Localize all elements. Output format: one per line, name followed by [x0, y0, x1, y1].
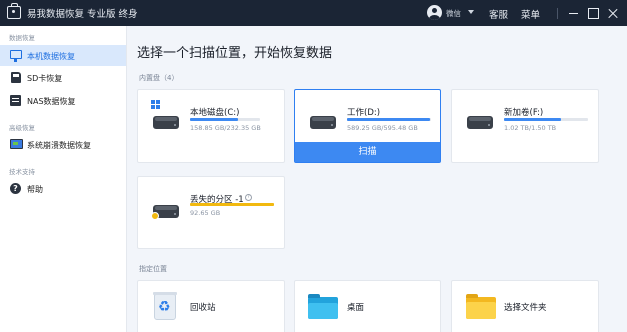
- title-bar: 易我数据恢复 专业版 终身 微信 客服 菜单: [0, 0, 627, 26]
- builtin-drives-label: 内置盘（4）: [139, 74, 179, 82]
- sidebar-section-advanced: 高级恢复: [9, 124, 35, 132]
- close-icon[interactable]: [606, 6, 620, 20]
- computer-icon: [10, 50, 22, 62]
- sidebar-section-support: 技术支持: [9, 168, 35, 176]
- drive-size: 589.25 GB/595.48 GB: [347, 124, 418, 132]
- app-title: 易我数据恢复 专业版 终身: [27, 9, 138, 20]
- recycle-bin-icon: [153, 292, 177, 320]
- drive-size: 158.85 GB/232.35 GB: [190, 124, 261, 132]
- drive-usage-bar: [504, 118, 588, 121]
- sidebar-section-data-recovery: 数据恢复: [9, 34, 35, 42]
- user-avatar[interactable]: [427, 5, 442, 20]
- hard-drive-icon: [151, 100, 179, 129]
- sidebar-item-help[interactable]: ? 帮助: [0, 178, 126, 199]
- drive-usage-bar: [190, 203, 274, 206]
- drive-name: 本地磁盘(C:): [190, 108, 240, 118]
- drive-name: 工作(D:): [347, 108, 381, 118]
- sidebar-item-sd-recovery[interactable]: SD卡恢复: [0, 67, 126, 88]
- user-name[interactable]: 微信: [446, 8, 461, 19]
- location-card-select-folder[interactable]: 选择文件夹: [451, 280, 599, 332]
- windows-icon: [151, 100, 161, 110]
- sidebar-item-label: NAS数据恢复: [27, 97, 76, 106]
- sidebar-item-label: SD卡恢复: [27, 74, 63, 83]
- scan-button[interactable]: 扫描: [295, 142, 440, 162]
- sidebar-item-label: 本机数据恢复: [27, 52, 75, 61]
- hard-drive-icon: [310, 116, 336, 129]
- sidebar-item-label: 系统崩溃数据恢复: [27, 141, 91, 150]
- location-name: 回收站: [190, 303, 216, 313]
- specified-location-label: 指定位置: [139, 265, 167, 273]
- sidebar-item-local-recovery[interactable]: 本机数据恢复: [0, 45, 126, 66]
- drive-size: 1.02 TB/1.50 TB: [504, 124, 557, 132]
- system-crash-icon: [10, 139, 23, 149]
- hard-drive-icon: [151, 205, 179, 220]
- location-name: 选择文件夹: [504, 303, 547, 313]
- drive-card-c[interactable]: 本地磁盘(C:) 158.85 GB/232.35 GB: [137, 89, 285, 163]
- titlebar-divider: [557, 8, 558, 19]
- location-card-recycle-bin[interactable]: 回收站: [137, 280, 285, 332]
- drive-usage-bar: [190, 118, 260, 121]
- sidebar-item-system-crash[interactable]: 系统崩溃数据恢复: [0, 134, 126, 155]
- drive-size: 92.65 GB: [190, 209, 221, 217]
- location-name: 桌面: [347, 303, 365, 313]
- help-icon[interactable]: ?: [245, 194, 252, 201]
- help-icon: ?: [10, 183, 21, 194]
- sidebar-item-label: 帮助: [27, 185, 43, 194]
- lost-partition-card[interactable]: 丢失的分区 -1 ? 92.65 GB: [137, 176, 285, 249]
- minimize-icon[interactable]: [567, 6, 581, 20]
- desktop-folder-icon: [308, 294, 338, 319]
- menu-link[interactable]: 菜单: [521, 7, 540, 21]
- chevron-down-icon[interactable]: [468, 10, 474, 14]
- location-card-desktop[interactable]: 桌面: [294, 280, 441, 332]
- customer-service-link[interactable]: 客服: [489, 7, 508, 21]
- sidebar-item-nas-recovery[interactable]: NAS数据恢复: [0, 90, 126, 111]
- refresh-icon[interactable]: [307, 47, 314, 54]
- sd-card-icon: [11, 72, 21, 83]
- hard-drive-icon: [467, 116, 493, 129]
- folder-icon: [466, 294, 496, 319]
- drive-card-d[interactable]: 工作(D:) 589.25 GB/595.48 GB 扫描: [294, 89, 441, 163]
- app-logo-icon: [7, 3, 21, 19]
- drive-card-f[interactable]: 新加卷(F:) 1.02 TB/1.50 TB: [451, 89, 599, 163]
- drive-name: 新加卷(F:): [504, 108, 544, 118]
- warning-icon: [151, 212, 159, 220]
- maximize-icon[interactable]: [586, 6, 600, 20]
- sidebar: 数据恢复 本机数据恢复 SD卡恢复 NAS数据恢复 高级恢复 系统崩溃数据恢复 …: [0, 26, 127, 332]
- nas-icon: [10, 95, 21, 106]
- page-title: 选择一个扫描位置，开始恢复数据: [137, 46, 333, 61]
- drive-usage-bar: [347, 118, 431, 121]
